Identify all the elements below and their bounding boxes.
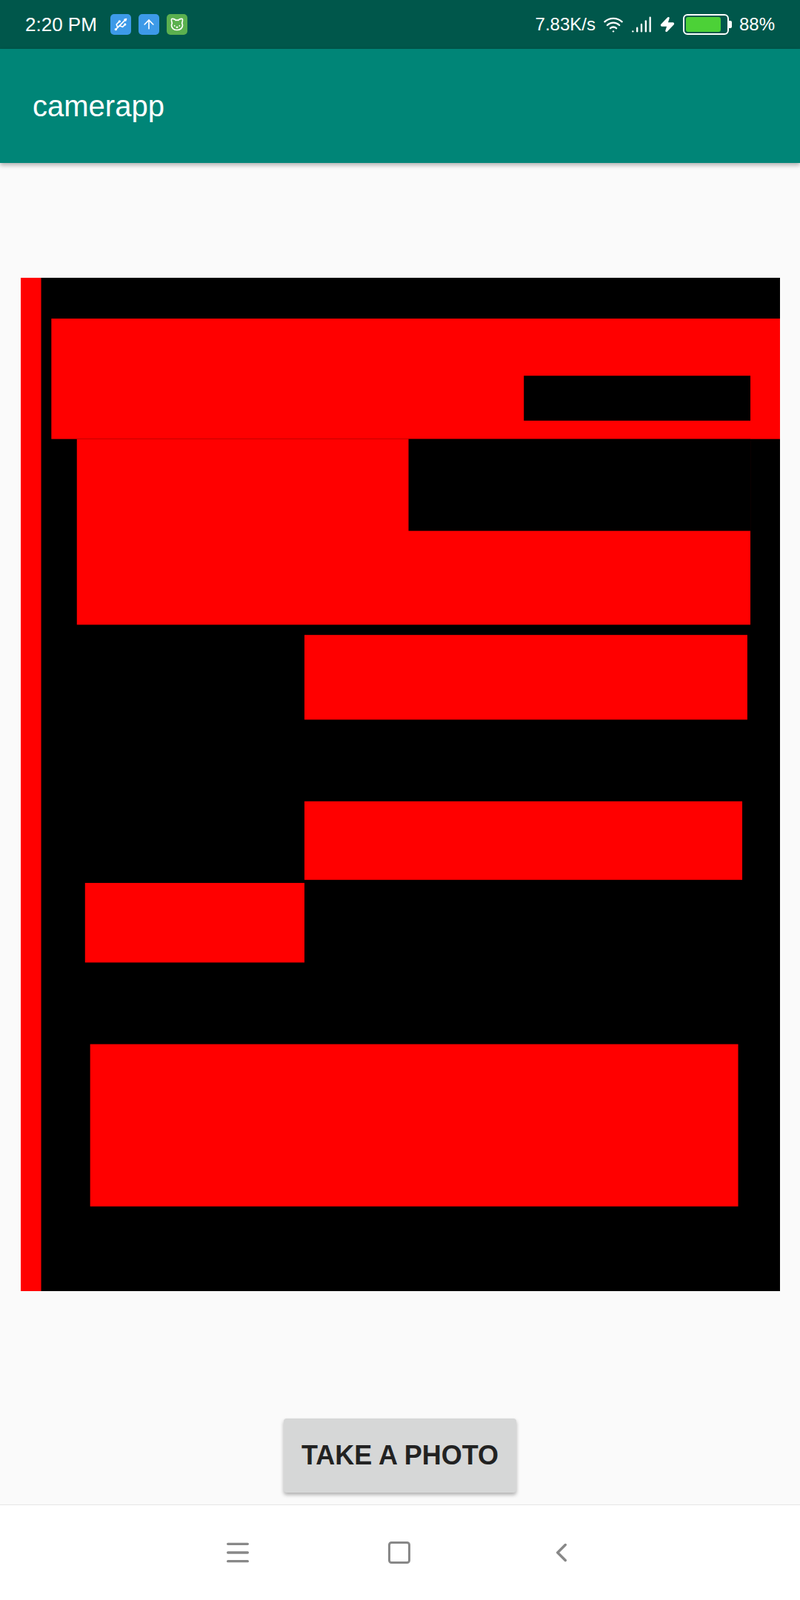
- home-icon[interactable]: [385, 1539, 413, 1566]
- status-bar: 2:20 PM 7.83K/s 88%: [0, 0, 800, 49]
- back-icon[interactable]: [545, 1537, 578, 1569]
- app-title: camerapp: [32, 83, 165, 129]
- android-icon: [166, 14, 188, 35]
- app-bar: camerapp: [0, 48, 800, 163]
- wifi-icon: [602, 14, 624, 35]
- navigation-bar: [0, 1504, 800, 1600]
- content: TAKE A PHOTO: [0, 162, 800, 1505]
- battery-icon: [682, 14, 732, 35]
- processed-photo: [20, 277, 780, 1292]
- menu-icon[interactable]: [222, 1537, 253, 1568]
- battery-reading: 88%: [739, 11, 775, 38]
- screen: 2:20 PM 7.83K/s 88% camerapp TAKE A PHOTO: [0, 0, 800, 1600]
- upload-icon: [138, 14, 160, 35]
- time: 2:20 PM: [25, 10, 98, 40]
- signal-icon: [631, 14, 652, 35]
- usb-icon: [110, 14, 132, 35]
- charging-icon: [659, 16, 676, 33]
- network-speed: 7.83K/s: [535, 11, 596, 38]
- take-photo-button[interactable]: TAKE A PHOTO: [283, 1418, 517, 1493]
